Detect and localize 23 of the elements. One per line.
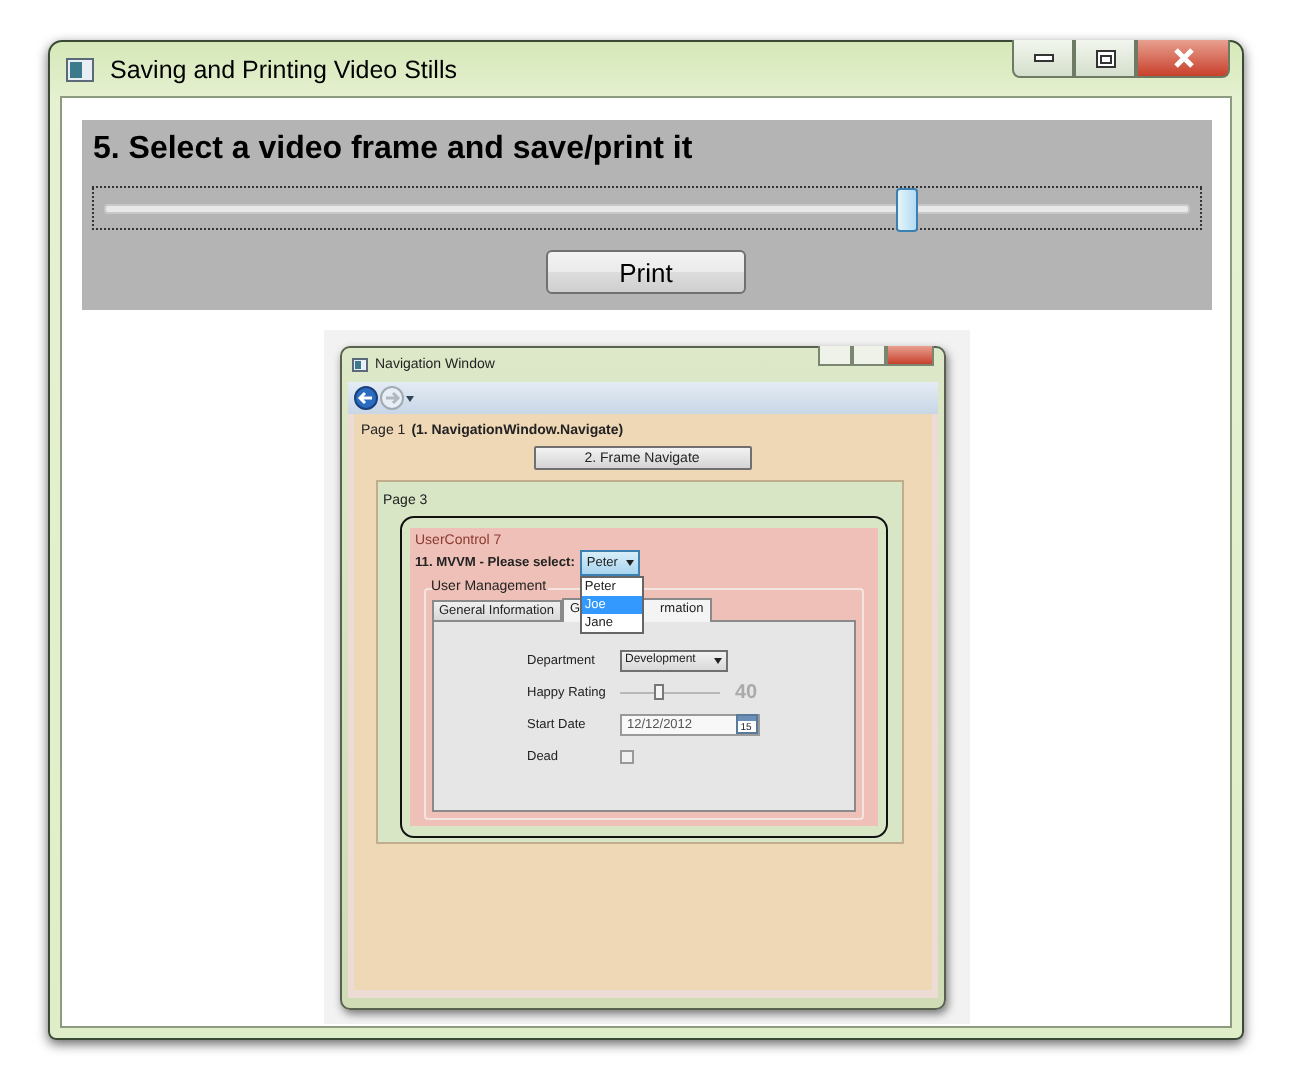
minimize-button[interactable]: [1012, 40, 1074, 78]
back-button-icon: [353, 386, 377, 410]
close-icon: [1171, 48, 1195, 68]
slider-thumb[interactable]: [895, 188, 918, 232]
app-icon: [66, 57, 94, 81]
app-icon: [351, 358, 367, 372]
maximize-button[interactable]: [1074, 40, 1136, 78]
caret-icon: [626, 560, 635, 566]
maximize-icon: [1095, 49, 1115, 67]
slider-thumb[interactable]: [653, 683, 663, 699]
frame-slider[interactable]: [91, 186, 1201, 230]
caret-icon: [713, 657, 721, 663]
forward-button-icon: [379, 386, 403, 410]
minimize-icon: [1033, 54, 1053, 62]
section-heading: 5. Select a video frame and save/print it: [91, 132, 695, 168]
print-button[interactable]: Print: [546, 250, 746, 294]
rating-slider[interactable]: [619, 681, 719, 703]
checkbox[interactable]: [619, 749, 633, 763]
close-button[interactable]: [1136, 40, 1230, 78]
caret-icon: [405, 395, 413, 401]
close-button[interactable]: [885, 346, 933, 366]
rating-value: 40: [735, 681, 758, 703]
window-title: Saving and Printing Video Stills: [110, 55, 457, 83]
